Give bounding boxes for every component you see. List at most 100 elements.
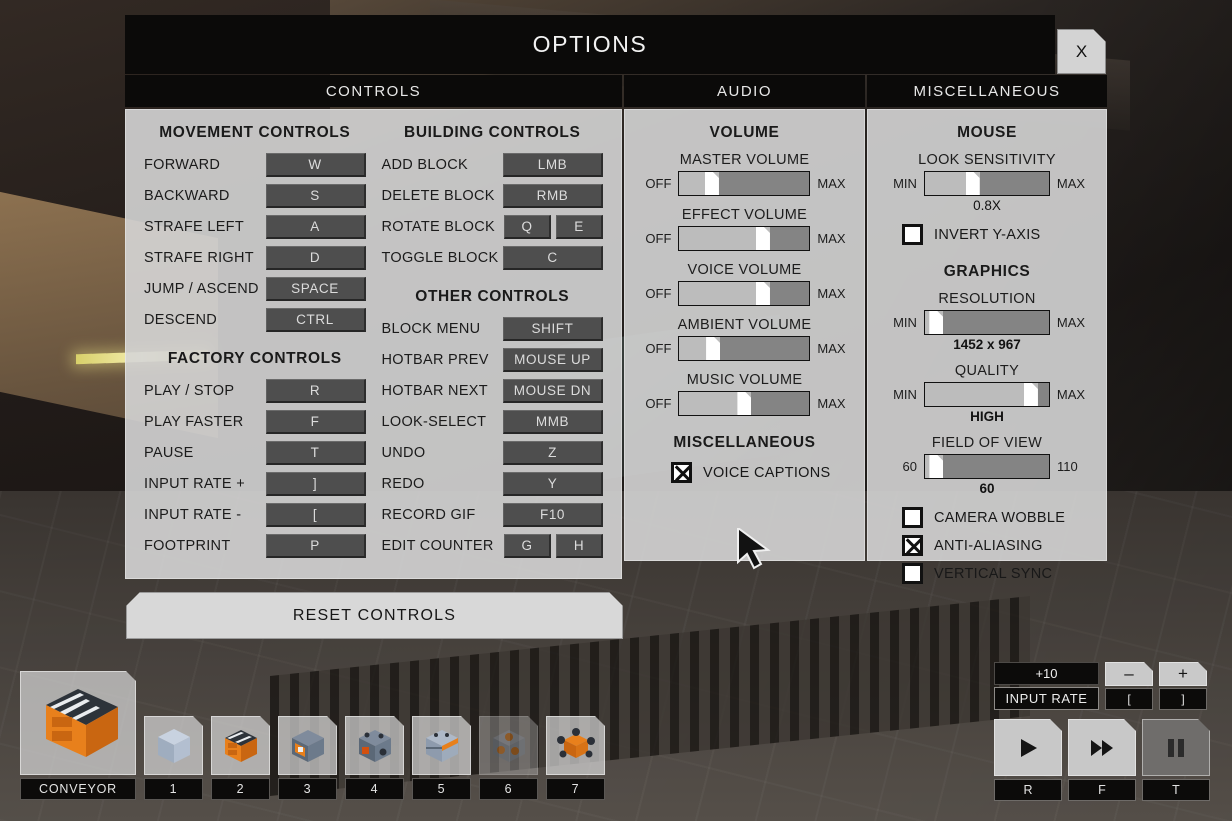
fast-forward-icon[interactable] bbox=[1068, 719, 1136, 776]
reset-controls-button[interactable]: RESET CONTROLS bbox=[126, 592, 623, 639]
hotbar-slot-4[interactable]: 4 bbox=[345, 716, 404, 800]
key-binding[interactable]: S bbox=[265, 183, 366, 208]
slider-handle[interactable] bbox=[929, 455, 943, 478]
hotbar-slot-1[interactable]: 1 bbox=[144, 716, 203, 800]
hotbar-slot-5[interactable]: 5 bbox=[412, 716, 471, 800]
key-binding[interactable]: Q bbox=[504, 214, 551, 239]
input-rate-value: +10 bbox=[994, 662, 1099, 685]
anti-aliasing-toggle[interactable]: ANTI-ALIASING bbox=[902, 535, 1094, 556]
control-label: HOTBAR NEXT bbox=[381, 382, 488, 399]
music-volume-slider[interactable] bbox=[678, 391, 811, 416]
key-binding[interactable]: W bbox=[265, 152, 366, 177]
key-binding[interactable]: LMB bbox=[503, 152, 603, 177]
ambient-volume-slider[interactable] bbox=[678, 336, 811, 361]
slider-handle[interactable] bbox=[705, 172, 719, 195]
control-row: HOTBAR NEXT MOUSE DN bbox=[381, 378, 603, 403]
slider-handle[interactable] bbox=[737, 392, 751, 415]
other-controls-heading: OTHER CONTROLS bbox=[415, 288, 570, 305]
slider-max-label: MAX bbox=[1056, 387, 1086, 402]
tab-audio[interactable]: AUDIO bbox=[624, 75, 865, 107]
key-binding[interactable]: [ bbox=[265, 502, 366, 527]
key-binding[interactable]: SHIFT bbox=[503, 316, 603, 341]
key-binding[interactable]: R bbox=[265, 378, 366, 403]
mouse-heading: MOUSE bbox=[957, 124, 1017, 141]
camera-wobble-toggle[interactable]: CAMERA WOBBLE bbox=[902, 507, 1094, 528]
key-binding[interactable]: D bbox=[265, 245, 366, 270]
look-sensitivity-slider-block: LOOK SENSITIVITY MIN MAX 0.8X bbox=[880, 152, 1094, 213]
key-binding[interactable]: SPACE bbox=[265, 276, 366, 301]
control-label: EDIT COUNTER bbox=[381, 537, 494, 554]
key-binding[interactable]: CTRL bbox=[265, 307, 366, 332]
slider-handle[interactable] bbox=[929, 311, 943, 334]
key-binding[interactable]: T bbox=[265, 440, 366, 465]
play-icon[interactable] bbox=[994, 719, 1062, 776]
field-of-view-slider[interactable] bbox=[924, 454, 1050, 479]
slider-max-label: MAX bbox=[1056, 176, 1086, 191]
slider-label: FIELD OF VIEW bbox=[931, 435, 1043, 451]
control-label: FORWARD bbox=[144, 156, 221, 173]
key-binding[interactable]: Z bbox=[503, 440, 603, 465]
key-group: W bbox=[265, 152, 366, 177]
checkbox-unchecked-icon[interactable] bbox=[902, 224, 923, 245]
slider-max-label: MAX bbox=[817, 341, 846, 356]
pause-button[interactable]: T bbox=[1142, 719, 1210, 801]
voice-captions-toggle[interactable]: VOICE CAPTIONS bbox=[671, 462, 852, 483]
pause-icon[interactable] bbox=[1142, 719, 1210, 776]
key-binding[interactable]: MMB bbox=[503, 409, 603, 434]
fast-forward-button[interactable]: F bbox=[1068, 719, 1136, 801]
key-binding[interactable]: A bbox=[265, 214, 366, 239]
hotbar-slot-label: CONVEYOR bbox=[20, 778, 136, 800]
close-button[interactable]: X bbox=[1057, 29, 1106, 74]
slider-handle[interactable] bbox=[756, 227, 770, 250]
key-binding[interactable]: G bbox=[504, 533, 551, 558]
quality-slider[interactable] bbox=[923, 382, 1050, 407]
hotbar-slot-6[interactable]: 6 bbox=[479, 716, 538, 800]
key-binding[interactable]: C bbox=[503, 245, 603, 270]
key-binding[interactable]: P bbox=[265, 533, 366, 558]
checkbox-unchecked-icon[interactable] bbox=[902, 563, 923, 584]
control-label: HOTBAR PREV bbox=[381, 351, 489, 368]
checkbox-checked-icon[interactable] bbox=[671, 462, 692, 483]
key-binding[interactable]: MOUSE UP bbox=[503, 347, 603, 372]
look-sensitivity-slider[interactable] bbox=[923, 171, 1050, 196]
checkbox-unchecked-icon[interactable] bbox=[902, 507, 923, 528]
control-label: BLOCK MENU bbox=[381, 320, 481, 337]
play-button[interactable]: R bbox=[994, 719, 1062, 801]
controls-left-column: MOVEMENT CONTROLS FORWARD W BACKWARD S S… bbox=[144, 124, 366, 564]
plus-icon[interactable]: + bbox=[1159, 662, 1207, 686]
input-rate-increment[interactable]: + ] bbox=[1159, 662, 1207, 710]
vertical-sync-toggle[interactable]: VERTICAL SYNC bbox=[902, 563, 1094, 584]
checkbox-checked-icon[interactable] bbox=[902, 535, 923, 556]
minus-icon[interactable]: – bbox=[1105, 662, 1153, 686]
effect-volume-slider[interactable] bbox=[678, 226, 811, 251]
key-binding[interactable]: MOUSE DN bbox=[503, 378, 603, 403]
hotbar-slot-7[interactable]: 7 bbox=[546, 716, 605, 800]
plain-cube-icon bbox=[144, 716, 203, 775]
slider-fill bbox=[720, 337, 810, 360]
slider-handle[interactable] bbox=[756, 282, 770, 305]
control-row: HOTBAR PREV MOUSE UP bbox=[381, 347, 603, 372]
key-binding[interactable]: RMB bbox=[503, 183, 603, 208]
tab-miscellaneous[interactable]: MISCELLANEOUS bbox=[867, 75, 1107, 107]
key-binding-secondary[interactable]: H bbox=[556, 533, 603, 558]
tab-controls[interactable]: CONTROLS bbox=[125, 75, 622, 107]
key-binding[interactable]: F bbox=[265, 409, 366, 434]
resolution-slider[interactable] bbox=[923, 310, 1050, 335]
quality-value: HIGH bbox=[970, 409, 1004, 424]
key-binding[interactable]: ] bbox=[265, 471, 366, 496]
key-binding[interactable]: Y bbox=[503, 471, 603, 496]
slider-handle[interactable] bbox=[706, 337, 720, 360]
input-rate-decrement[interactable]: – [ bbox=[1105, 662, 1153, 710]
slider-handle[interactable] bbox=[1024, 383, 1038, 406]
hotbar-slot-2[interactable]: 2 bbox=[211, 716, 270, 800]
key-group: [ bbox=[265, 502, 366, 527]
voice-volume-slider[interactable] bbox=[678, 281, 811, 306]
key-binding[interactable]: F10 bbox=[503, 502, 603, 527]
hotbar-slot-3[interactable]: 3 bbox=[278, 716, 337, 800]
hotbar-slot-selected[interactable]: CONVEYOR bbox=[20, 671, 136, 800]
slider-handle[interactable] bbox=[966, 172, 980, 195]
invert-y-axis-toggle[interactable]: INVERT Y-AXIS bbox=[902, 224, 1094, 245]
master-volume-slider[interactable] bbox=[678, 171, 811, 196]
key-binding-secondary[interactable]: E bbox=[556, 214, 603, 239]
master-volume-slider-block: MASTER VOLUME OFF MAX bbox=[637, 152, 852, 196]
